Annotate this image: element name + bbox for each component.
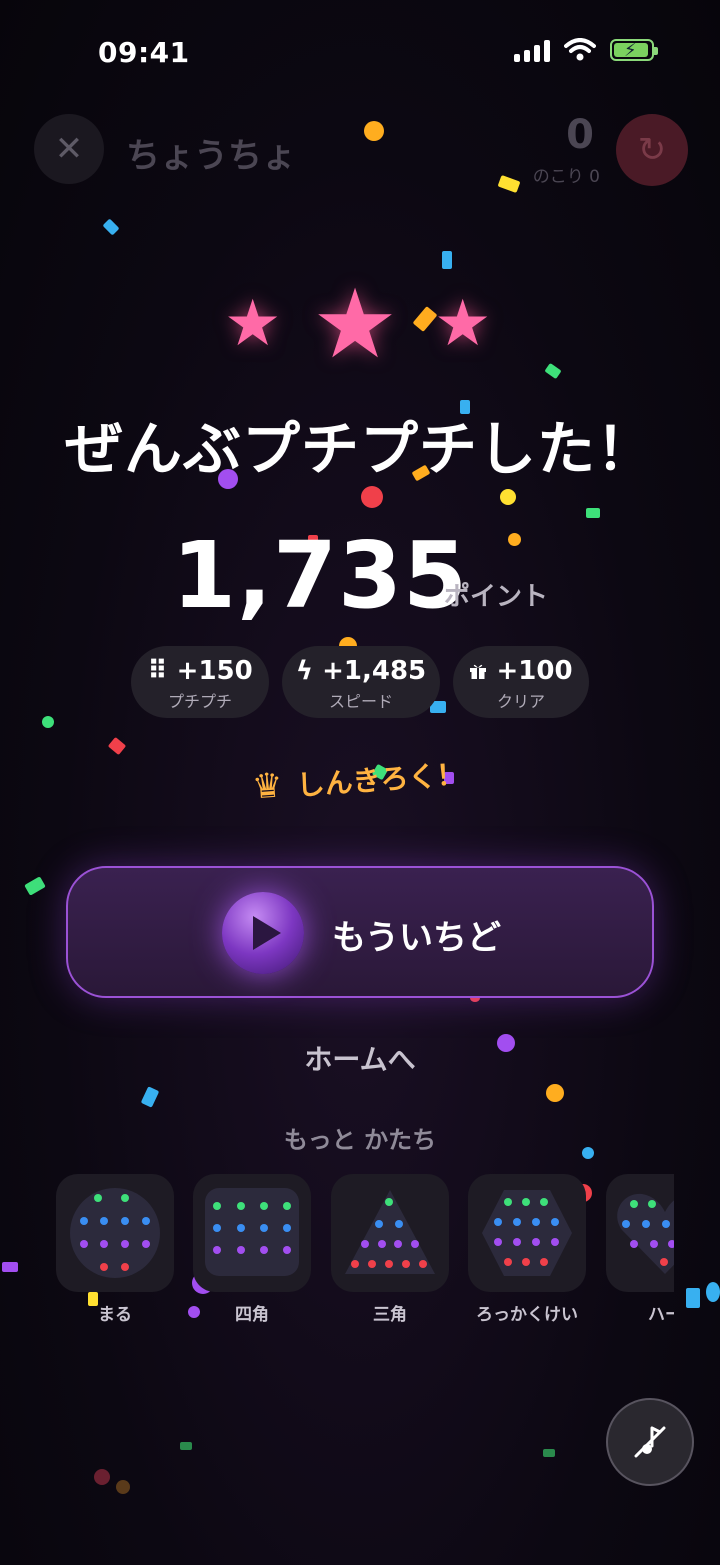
bonus-value: +150 [176, 656, 253, 686]
lightning-icon: ϟ [295, 656, 314, 686]
shape-name: まる [98, 1305, 132, 1324]
shape-card-circle[interactable]: まる [56, 1174, 174, 1324]
shape-preview [56, 1174, 174, 1292]
bonus-label: クリア [496, 692, 545, 711]
battery-icon: ⚡ [610, 39, 658, 61]
shape-name: ろっかくけい [476, 1305, 578, 1324]
more-shapes-title: もっと かたち [283, 1126, 437, 1154]
status-time: 09:41 [98, 36, 190, 69]
star-icon: ★ [224, 287, 282, 361]
remaining-count: 0 [566, 112, 594, 158]
shape-name: 三角 [373, 1305, 407, 1324]
score-value: 1,735 [172, 522, 469, 629]
gift-icon [470, 664, 487, 679]
home-link[interactable]: ホームへ [0, 1038, 720, 1078]
shape-card-hexagon[interactable]: ろっかくけい [468, 1174, 586, 1324]
refresh-icon: ↻ [637, 130, 667, 170]
shape-preview [606, 1174, 674, 1292]
shape-preview [331, 1174, 449, 1292]
shape-name: ハー [648, 1305, 674, 1324]
retry-button[interactable]: もういちど [66, 866, 654, 998]
bonus-value: +100 [496, 656, 573, 686]
shape-preview [468, 1174, 586, 1292]
sound-toggle-button[interactable] [606, 1398, 694, 1486]
bonus-value: +1,485 [322, 656, 427, 686]
result-headline: ぜんぶプチプチした！ [64, 415, 655, 483]
wifi-icon [564, 38, 596, 61]
restart-button[interactable]: ↻ [616, 114, 688, 186]
new-record-badge: ♛ しんきろく！ [251, 753, 466, 808]
bonus-label: プチプチ [167, 692, 232, 711]
new-record-label: しんきろく！ [295, 757, 466, 803]
bonus-chip-speed: ϟ +1,485 スピード [282, 646, 440, 718]
play-icon [222, 892, 304, 974]
shape-preview [193, 1174, 311, 1292]
close-icon: ✕ [54, 129, 84, 169]
mode-title: ちょうちょ [126, 136, 296, 176]
signal-icon [514, 38, 550, 62]
bonus-label: スピード [328, 692, 393, 711]
retry-label: もういちど [332, 918, 501, 958]
shape-carousel[interactable]: まる 四角 三角 ろっかくけい ハー [56, 1174, 674, 1324]
bonus-chip-clear: +100 クリア [453, 646, 589, 718]
crown-icon: ♛ [250, 765, 285, 808]
grid-icon: ⠿ [147, 656, 168, 686]
star-icon: ★ [434, 287, 492, 361]
shape-card-heart[interactable]: ハー [606, 1174, 674, 1324]
score-unit: ポイント [444, 582, 549, 612]
star-icon: ★ [312, 268, 399, 380]
status-icons: ⚡ [514, 38, 658, 62]
shape-card-square[interactable]: 四角 [193, 1174, 311, 1324]
close-button[interactable]: ✕ [34, 114, 104, 184]
bonus-chip-pop: ⠿ +150 プチプチ [131, 646, 269, 718]
shape-name: 四角 [235, 1305, 269, 1324]
shape-card-triangle[interactable]: 三角 [331, 1174, 449, 1324]
remaining-label: のこり 0 [532, 167, 600, 187]
sound-off-icon [634, 1426, 666, 1458]
